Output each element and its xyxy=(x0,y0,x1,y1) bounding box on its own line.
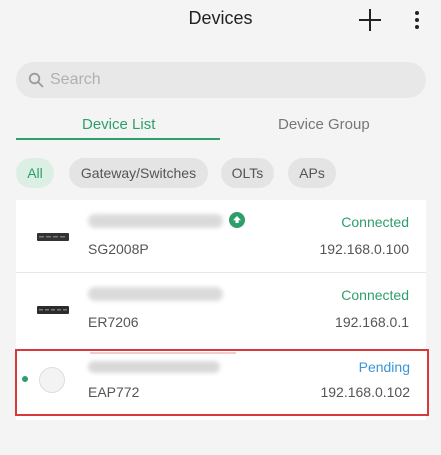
top-bar: Devices xyxy=(0,0,441,44)
filter-olts[interactable]: OLTs xyxy=(221,158,274,188)
device-mac-redacted xyxy=(88,287,223,301)
add-device-button[interactable] xyxy=(356,6,384,34)
router-icon xyxy=(37,306,69,314)
firmware-upgrade-icon[interactable] xyxy=(229,212,245,228)
pending-indicator-dot xyxy=(22,376,28,382)
search-icon xyxy=(28,72,44,88)
device-ip: 192.168.0.100 xyxy=(319,241,409,257)
device-ip: 192.168.0.1 xyxy=(335,314,409,330)
device-tabs: Device List Device Group xyxy=(16,108,426,142)
more-options-button[interactable] xyxy=(408,9,426,31)
more-dot-icon xyxy=(415,18,419,22)
device-ip: 192.168.0.102 xyxy=(320,384,410,400)
device-model: EAP772 xyxy=(88,384,140,400)
active-tab-indicator xyxy=(16,138,220,140)
device-model: ER7206 xyxy=(88,314,139,330)
more-dot-icon xyxy=(415,25,419,29)
device-model: SG2008P xyxy=(88,241,149,257)
device-status: Connected xyxy=(341,214,409,230)
device-status: Pending xyxy=(358,359,410,375)
filter-all[interactable]: All xyxy=(16,158,54,188)
switch-icon xyxy=(37,233,69,241)
device-row[interactable]: ER7206 Connected 192.168.0.1 xyxy=(16,272,426,345)
filter-gateway-switches[interactable]: Gateway/Switches xyxy=(69,158,208,188)
search-input[interactable]: Search xyxy=(50,71,101,89)
device-mac-redacted xyxy=(88,361,220,373)
device-row[interactable]: SG2008P Connected 192.168.0.100 xyxy=(16,200,426,272)
redacted-highlight-line xyxy=(90,352,236,354)
access-point-icon xyxy=(39,367,65,393)
device-mac-redacted xyxy=(88,214,223,228)
device-status: Connected xyxy=(341,287,409,303)
search-bar[interactable]: Search xyxy=(16,62,426,98)
more-dot-icon xyxy=(415,11,419,15)
filter-aps[interactable]: APs xyxy=(288,158,336,188)
tab-device-list[interactable]: Device List xyxy=(82,116,155,133)
tab-device-group[interactable]: Device Group xyxy=(278,116,370,133)
